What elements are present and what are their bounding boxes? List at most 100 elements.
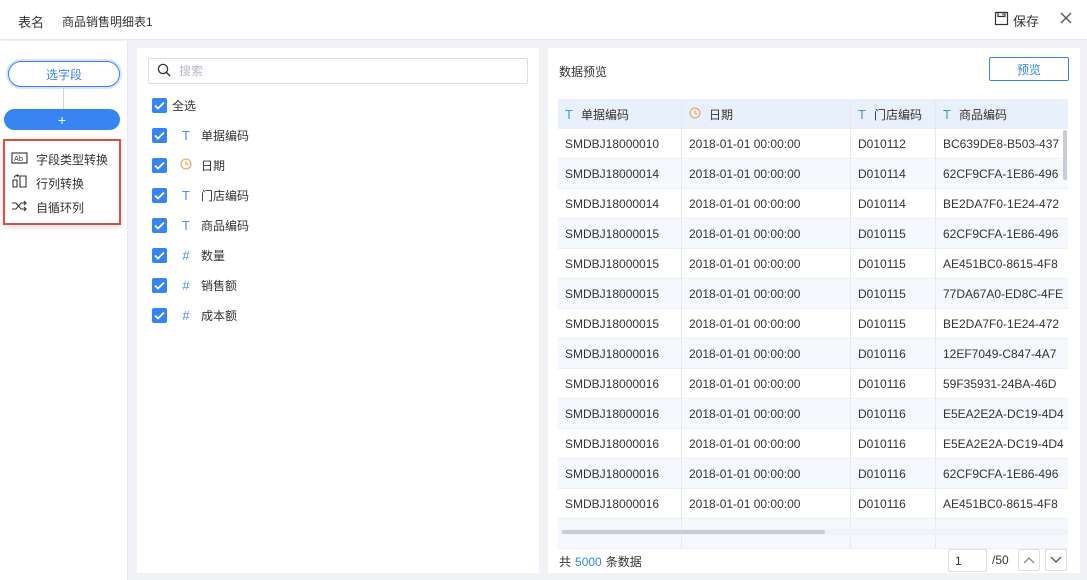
search-icon [157, 63, 171, 80]
menu-item-row-column-convert[interactable]: 行列转换 [11, 173, 84, 193]
field-item-quantity[interactable]: # 数量 [152, 246, 225, 264]
table-row[interactable]: SMDBJ18000016 2018-01-01 00:00:00 D010116 A… [558, 489, 1068, 519]
field-name: 单据编码 [201, 128, 250, 143]
date-type-icon [689, 106, 701, 122]
table-cell: SMDBJ18000015 [558, 219, 682, 249]
column-header[interactable]: T 商品编码 [936, 99, 1068, 129]
menu-item-label: 自循环列 [36, 200, 85, 215]
data-preview-panel: 数据预览 预览 T 单据编码 日期 T 门店编码 T 商品编码 SMDBJ180000… [548, 48, 1080, 573]
table-cell: E5EA2E2A-DC19-4D4 [943, 437, 1064, 451]
checkbox-checked-icon [152, 97, 167, 113]
add-step-button[interactable]: + [4, 109, 120, 130]
table-row[interactable]: SMDBJ18000010 2018-01-01 00:00:00 D010112 B… [558, 129, 1068, 159]
pick-fields-step-button[interactable]: 选字段 [8, 61, 120, 87]
search-box [148, 58, 528, 84]
search-input[interactable] [179, 64, 499, 78]
column-header-label: 单据编码 [580, 107, 629, 122]
column-header[interactable]: T 单据编码 [558, 99, 682, 129]
table-cell: 62CF9CFA-1E86-496 [943, 167, 1059, 181]
record-count: 共 5000 条数据 [559, 553, 642, 570]
text-type-icon: T [182, 127, 190, 143]
prev-page-button[interactable] [1018, 549, 1040, 571]
record-count-number: 5000 [575, 555, 602, 569]
checkbox-checked-icon [152, 307, 167, 323]
save-label: 保存 [1013, 13, 1040, 29]
field-item-product-code[interactable]: T 商品编码 [152, 216, 249, 234]
top-bar: 表名 商品销售明细表1 保存 [0, 0, 1087, 40]
table-row[interactable]: SMDBJ18000015 2018-01-01 00:00:00 D010115 6… [558, 219, 1068, 249]
checkbox-checked-icon [152, 157, 167, 173]
table-cell: D010114 [851, 159, 936, 189]
table-row[interactable]: SMDBJ18000015 2018-01-01 00:00:00 D010115 B… [558, 309, 1068, 339]
table-row[interactable]: SMDBJ18000016 2018-01-01 00:00:00 D010116 6… [558, 459, 1068, 489]
next-page-button[interactable] [1045, 549, 1067, 571]
table-cell: SMDBJ18000016 [558, 489, 682, 519]
field-item-store-code[interactable]: T 门店编码 [152, 186, 249, 204]
table-cell: BC639DE8-B503-437 [943, 137, 1060, 151]
preview-title: 数据预览 [559, 65, 608, 79]
table-cell: 2018-01-01 00:00:00 [682, 399, 851, 429]
table-row[interactable]: SMDBJ18000016 2018-01-01 00:00:00 D010116 1… [558, 339, 1068, 369]
number-type-icon: # [182, 247, 190, 263]
table-cell: SMDBJ18000016 [558, 339, 682, 369]
preview-table: T 单据编码 日期 T 门店编码 T 商品编码 SMDBJ18000010 2018-0… [558, 99, 1068, 576]
menu-item-self-loop[interactable]: 自循环列 [11, 197, 84, 217]
table-cell: 2018-01-01 00:00:00 [682, 249, 851, 279]
table-cell: 62CF9CFA-1E86-496 [943, 467, 1059, 481]
table-row[interactable]: SMDBJ18000015 2018-01-01 00:00:00 D010115 A… [558, 249, 1068, 279]
column-header-label: 商品编码 [958, 107, 1007, 122]
field-name: 成本额 [201, 308, 238, 323]
table-row[interactable]: SMDBJ18000016 2018-01-01 00:00:00 D010116 E… [558, 399, 1068, 429]
horizontal-scrollbar[interactable] [562, 530, 825, 534]
field-item-date[interactable]: 日期 [152, 156, 225, 174]
text-type-icon: T [858, 106, 866, 122]
number-type-icon: # [182, 307, 190, 323]
column-header[interactable]: 日期 [682, 99, 851, 129]
menu-item-field-type-convert[interactable]: Ab 字段类型转换 [11, 149, 108, 169]
column-header[interactable]: T 门店编码 [851, 99, 936, 129]
page-number-input[interactable] [948, 549, 987, 572]
field-item-cost[interactable]: # 成本额 [152, 306, 237, 324]
table-cell: SMDBJ18000016 [558, 399, 682, 429]
table-cell: D010115 [851, 219, 936, 249]
checkbox-checked-icon [152, 247, 167, 263]
save-button[interactable]: 保存 [994, 10, 1039, 30]
table-cell: D010116 [851, 339, 936, 369]
menu-item-label: 字段类型转换 [36, 152, 109, 167]
preview-button[interactable]: 预览 [989, 57, 1069, 81]
table-name: 商品销售明细表1 [62, 15, 153, 29]
table-row[interactable]: SMDBJ18000014 2018-01-01 00:00:00 D010114 6… [558, 159, 1068, 189]
field-name: 商品编码 [201, 218, 250, 233]
table-cell: 2018-01-01 00:00:00 [682, 189, 851, 219]
column-header-label: 门店编码 [873, 107, 922, 122]
select-all-label: 全选 [172, 98, 197, 113]
field-item-sales[interactable]: # 销售额 [152, 276, 237, 294]
table-cell: D010116 [851, 399, 936, 429]
table-row[interactable]: SMDBJ18000016 2018-01-01 00:00:00 D010116 5… [558, 369, 1068, 399]
table-cell: 2018-01-01 00:00:00 [682, 219, 851, 249]
checkbox-checked-icon [152, 277, 167, 293]
column-header-label: 日期 [709, 107, 734, 122]
table-cell: D010115 [851, 309, 936, 339]
table-row[interactable]: SMDBJ18000016 2018-01-01 00:00:00 D010116 E… [558, 429, 1068, 459]
text-type-icon: T [943, 106, 951, 122]
table-row[interactable]: SMDBJ18000014 2018-01-01 00:00:00 D010114 B… [558, 189, 1068, 219]
chevron-down-icon [1050, 553, 1062, 567]
table-cell: SMDBJ18000014 [558, 189, 682, 219]
select-all-checkbox[interactable]: 全选 [152, 96, 196, 114]
save-icon [994, 11, 1009, 29]
text-type-icon: T [182, 217, 190, 233]
close-icon [1060, 12, 1072, 27]
table-cell: SMDBJ18000015 [558, 279, 682, 309]
field-item-doc-code[interactable]: T 单据编码 [152, 126, 249, 144]
table-row[interactable]: SMDBJ18000015 2018-01-01 00:00:00 D010115 7… [558, 279, 1068, 309]
vertical-scrollbar[interactable] [1063, 130, 1067, 180]
table-name-label: 表名 [18, 15, 45, 30]
table-cell: 59F35931-24BA-46D [943, 377, 1057, 391]
table-cell: D010115 [851, 249, 936, 279]
close-button[interactable] [1056, 9, 1076, 29]
table-header-row: T 单据编码 日期 T 门店编码 T 商品编码 [558, 99, 1068, 129]
page-total: /50 [992, 553, 1009, 567]
table-cell: BE2DA7F0-1E24-472 [943, 197, 1060, 211]
self-loop-icon [11, 199, 28, 216]
